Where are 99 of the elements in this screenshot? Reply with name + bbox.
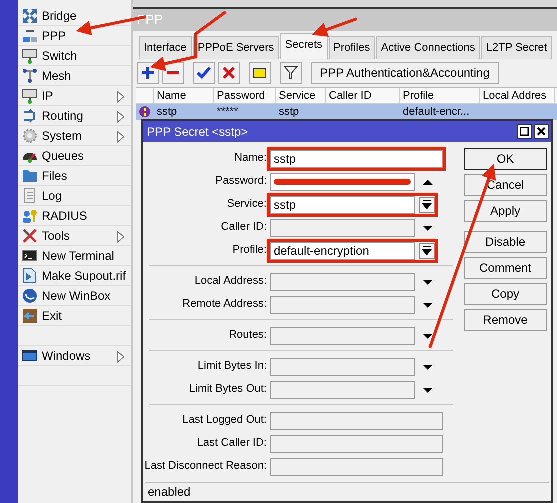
table-cell-text: sstp	[278, 104, 300, 120]
input-field[interactable]	[270, 296, 415, 314]
submenu-arrow-icon	[117, 111, 125, 123]
terminal-icon	[22, 248, 38, 264]
field-label: Caller ID:	[220, 220, 268, 236]
menu-item[interactable]: New Terminal	[18, 246, 131, 266]
cross-icon	[222, 66, 236, 80]
globe-icon	[22, 288, 38, 304]
input-field[interactable]	[270, 218, 415, 236]
submenu-arrow-icon	[117, 91, 125, 103]
field-label: Limit Bytes In:	[196, 359, 268, 374]
toolbar-button[interactable]	[280, 62, 302, 84]
monitor-icon	[22, 88, 38, 104]
menu-item[interactable]: Windows	[18, 346, 131, 366]
tab[interactable]: PPPoE Servers	[192, 36, 280, 59]
nodes-icon	[22, 68, 38, 84]
field-label: Last Disconnect Reason:	[144, 459, 268, 474]
document-icon	[22, 268, 38, 284]
menu-item[interactable]: PPP	[18, 26, 131, 46]
field-label: Service:	[226, 197, 268, 212]
menu-item[interactable]: Mesh	[18, 66, 131, 86]
toolbar-button[interactable]: PPP Authentication&Accounting	[311, 62, 499, 84]
dialog-button[interactable]: Remove	[464, 309, 547, 331]
table-cell-text: default-encr...	[402, 104, 471, 120]
menu-item[interactable]: Switch	[18, 46, 131, 66]
folder-icon	[22, 168, 38, 184]
dialog-title: PPP Secret <sstp>	[147, 124, 250, 140]
check-icon	[197, 66, 211, 80]
dialog-button[interactable]: Comment	[464, 257, 547, 279]
field-label: Local Address:	[194, 274, 268, 290]
note-icon	[253, 66, 267, 80]
maximize-button[interactable]	[517, 124, 532, 139]
maximize-icon	[520, 127, 529, 136]
dialog-button[interactable]: OK	[464, 148, 547, 170]
dialog-button[interactable]: Disable	[464, 231, 547, 253]
toolbar-button[interactable]	[193, 62, 215, 84]
table-cell-text: *****	[216, 104, 240, 120]
annotation-arrow	[312, 18, 358, 38]
add-icon	[141, 66, 155, 80]
field-label: Remote Address:	[182, 297, 268, 312]
field-label: Name:	[234, 151, 268, 166]
submenu-arrow-icon	[117, 231, 125, 243]
document-icon	[22, 188, 38, 204]
input-field[interactable]	[270, 326, 415, 344]
menu-item[interactable]: Exit	[18, 306, 131, 326]
input-field[interactable]	[270, 272, 415, 290]
monitor-icon	[22, 48, 38, 64]
dropdown-icon	[422, 200, 432, 210]
password-field[interactable]	[270, 172, 415, 190]
menu-item[interactable]: New WinBox	[18, 286, 131, 306]
toolbar-button[interactable]	[137, 62, 159, 84]
submenu-arrow-icon	[117, 131, 125, 143]
menu-item[interactable]: Queues	[18, 146, 131, 166]
menu-item[interactable]: System	[18, 126, 131, 146]
menu-item[interactable]: IP	[18, 86, 131, 106]
field-label: Profile:	[232, 243, 268, 258]
input-field[interactable]: sstp	[270, 196, 415, 214]
menu-item[interactable]: Make Supout.rif	[18, 266, 131, 286]
status-icon	[139, 106, 151, 118]
menu-item[interactable]: Log	[18, 186, 131, 206]
input-field[interactable]	[270, 380, 415, 398]
tab[interactable]: Profiles	[328, 36, 376, 59]
arrows-icon	[22, 8, 38, 24]
tab[interactable]: Interface	[139, 36, 192, 59]
menu-item[interactable]: Bridge	[18, 6, 131, 26]
dropdown-button[interactable]	[419, 242, 435, 258]
status-bar: enabled	[145, 482, 549, 501]
toolbar-button[interactable]	[249, 62, 271, 84]
arrows-icon	[22, 108, 38, 124]
close-icon	[537, 127, 546, 136]
field-label: Last Logged Out:	[182, 413, 268, 428]
menu-item[interactable]: Tools	[18, 226, 131, 246]
window-icon	[22, 348, 38, 364]
tab[interactable]: Active Connections	[376, 36, 480, 59]
dropdown-icon	[422, 246, 432, 256]
input-field[interactable]: default-encryption	[270, 242, 415, 260]
input-field[interactable]	[270, 358, 415, 376]
gear-icon	[22, 128, 38, 144]
menu-item[interactable]: Files	[18, 166, 131, 186]
toolbar-button[interactable]	[218, 62, 240, 84]
dialog-button[interactable]: Cancel	[464, 174, 547, 196]
menu-item[interactable]: RADIUS	[18, 206, 131, 226]
tab[interactable]: Secrets	[280, 33, 328, 59]
field-label: Routes:	[228, 328, 268, 344]
table-row[interactable]: sstp ***** sstp default-encr...	[136, 104, 557, 120]
submenu-arrow-icon	[117, 351, 125, 363]
table-cell-text: sstp	[156, 104, 178, 120]
dropdown-button[interactable]	[419, 196, 435, 212]
person-icon	[22, 208, 38, 224]
filter-icon	[284, 66, 298, 80]
input-field[interactable]: sstp	[270, 150, 443, 168]
close-button[interactable]	[534, 124, 549, 139]
dialog-button[interactable]: Apply	[464, 200, 547, 222]
field-label: Last Caller ID:	[196, 436, 268, 452]
menu-item[interactable]: Routing	[18, 106, 131, 126]
tab[interactable]: L2TP Secret	[481, 36, 552, 59]
field-label: Limit Bytes Out:	[188, 382, 268, 398]
dialog-button[interactable]: Copy	[464, 283, 547, 305]
field-label: Password:	[214, 174, 268, 190]
